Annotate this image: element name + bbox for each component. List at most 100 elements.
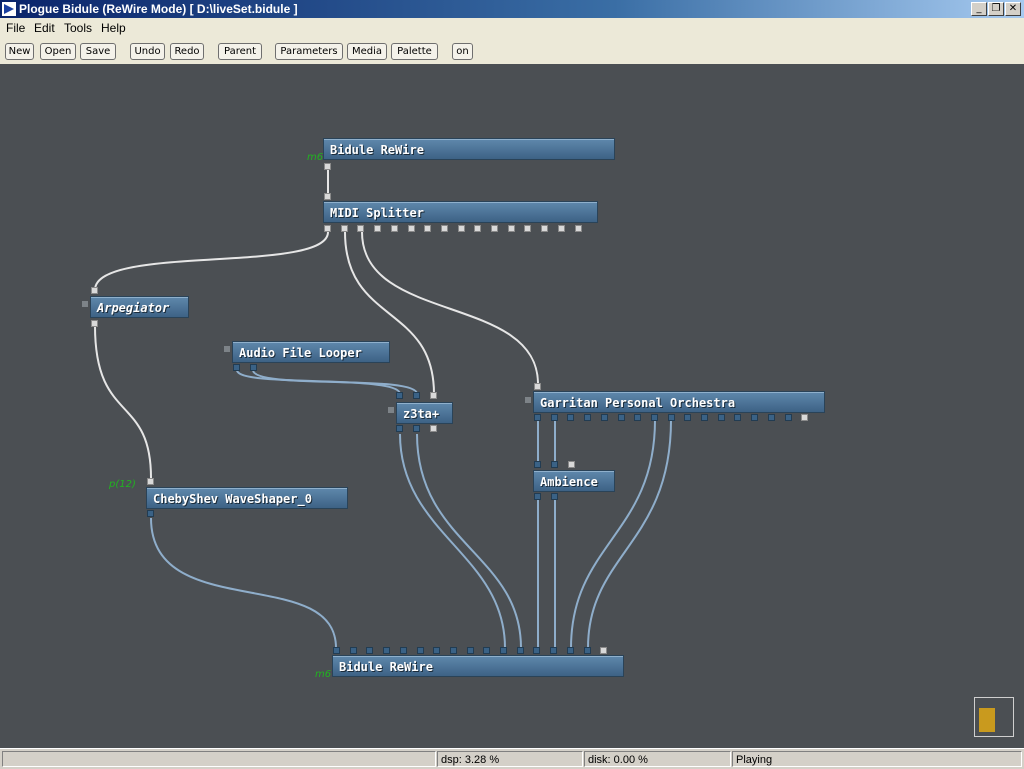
close-button[interactable]: ✕ bbox=[1005, 2, 1021, 16]
audio-out-pin[interactable] bbox=[634, 414, 642, 421]
audio-in-pin[interactable] bbox=[500, 647, 507, 654]
menu-file[interactable]: File bbox=[6, 21, 25, 35]
midi-out-pin[interactable] bbox=[424, 225, 432, 232]
midi-in-pin[interactable] bbox=[324, 193, 331, 200]
midi-out-pin[interactable] bbox=[407, 225, 415, 232]
audio-out-pin[interactable] bbox=[250, 364, 257, 371]
midi-out-pin[interactable] bbox=[557, 225, 565, 232]
node-param-icon bbox=[82, 301, 88, 307]
new-button[interactable]: New bbox=[5, 43, 34, 60]
node-ambience[interactable]: Ambience bbox=[533, 470, 615, 492]
audio-in-pin[interactable] bbox=[600, 647, 608, 654]
midi-out-pin[interactable] bbox=[541, 225, 549, 232]
midi-out-pin[interactable] bbox=[357, 225, 365, 232]
audio-out-pin[interactable] bbox=[784, 414, 792, 421]
audio-out-pin[interactable] bbox=[584, 414, 592, 421]
on-button[interactable]: on bbox=[452, 43, 473, 60]
midi-in-pin[interactable] bbox=[568, 461, 575, 468]
audio-out-pin[interactable] bbox=[413, 425, 420, 432]
audio-out-pin[interactable] bbox=[600, 414, 608, 421]
audio-in-pin[interactable] bbox=[399, 647, 407, 654]
audio-out-pin[interactable] bbox=[550, 414, 558, 421]
audio-in-pin[interactable] bbox=[366, 647, 374, 654]
audio-out-pin[interactable] bbox=[617, 414, 625, 421]
midi-out-pin[interactable] bbox=[474, 225, 482, 232]
audio-out-pin[interactable] bbox=[701, 414, 708, 421]
midi-out-pin[interactable] bbox=[491, 225, 498, 232]
node-garritan[interactable]: Garritan Personal Orchestra bbox=[533, 391, 825, 413]
redo-button[interactable]: Redo bbox=[170, 43, 204, 60]
audio-out-pin[interactable] bbox=[684, 414, 692, 421]
node-z3ta[interactable]: z3ta+ bbox=[396, 402, 453, 424]
midi-out-pin[interactable] bbox=[440, 225, 448, 232]
midi-out-pin[interactable] bbox=[374, 225, 382, 232]
audio-in-pin[interactable] bbox=[413, 392, 420, 399]
midi-out-pin[interactable] bbox=[524, 225, 532, 232]
minimize-button[interactable]: _ bbox=[971, 2, 987, 16]
audio-in-pin[interactable] bbox=[533, 647, 541, 654]
parent-button[interactable]: Parent bbox=[218, 43, 262, 60]
audio-out-pin[interactable] bbox=[751, 414, 759, 421]
midi-out-pin[interactable] bbox=[430, 425, 437, 432]
midi-in-pin[interactable] bbox=[534, 383, 541, 390]
audio-out-pin[interactable] bbox=[567, 414, 575, 421]
audio-in-pin[interactable] bbox=[534, 461, 541, 468]
audio-in-pin[interactable] bbox=[416, 647, 424, 654]
audio-out-pin[interactable] bbox=[396, 425, 403, 432]
menu-edit[interactable]: Edit bbox=[34, 21, 55, 35]
audio-in-pin[interactable] bbox=[396, 392, 403, 399]
open-button[interactable]: Open bbox=[40, 43, 76, 60]
audio-in-pin[interactable] bbox=[483, 647, 491, 654]
audio-in-pin[interactable] bbox=[383, 647, 391, 654]
audio-out-pin[interactable] bbox=[801, 414, 809, 421]
audio-out-pin[interactable] bbox=[147, 510, 154, 517]
midi-out-pin[interactable] bbox=[340, 225, 348, 232]
menu-help[interactable]: Help bbox=[101, 21, 126, 35]
audio-in-pin[interactable] bbox=[433, 647, 441, 654]
midi-in-pin[interactable] bbox=[430, 392, 437, 399]
cpu-meter-fill bbox=[979, 708, 995, 732]
audio-in-pin[interactable] bbox=[566, 647, 574, 654]
audio-in-pin[interactable] bbox=[516, 647, 524, 654]
node-midi-splitter[interactable]: MIDI Splitter bbox=[323, 201, 598, 223]
audio-out-pin[interactable] bbox=[734, 414, 742, 421]
audio-in-pin[interactable] bbox=[449, 647, 457, 654]
audio-out-pin[interactable] bbox=[233, 364, 240, 371]
midi-out-pin[interactable] bbox=[574, 225, 582, 232]
midi-in-pin[interactable] bbox=[91, 287, 98, 294]
audio-in-pin[interactable] bbox=[550, 647, 558, 654]
node-chebyshev[interactable]: ChebyShev WaveShaper_0 bbox=[146, 487, 348, 509]
audio-out-pin[interactable] bbox=[551, 493, 558, 500]
audio-out-pin[interactable] bbox=[534, 493, 541, 500]
audio-in-pin[interactable] bbox=[466, 647, 474, 654]
menu-tools[interactable]: Tools bbox=[64, 21, 92, 35]
audio-out-pin[interactable] bbox=[667, 414, 675, 421]
node-audio-file-looper[interactable]: Audio File Looper bbox=[232, 341, 390, 363]
audio-in-pin[interactable] bbox=[333, 647, 340, 654]
audio-in-pin[interactable] bbox=[349, 647, 357, 654]
midi-out-pin[interactable] bbox=[390, 225, 398, 232]
audio-out-pin[interactable] bbox=[717, 414, 725, 421]
audio-in-pin[interactable] bbox=[551, 461, 558, 468]
midi-out-pin[interactable] bbox=[507, 225, 515, 232]
midi-out-pin[interactable] bbox=[91, 320, 98, 327]
audio-out-pin[interactable] bbox=[534, 414, 541, 421]
palette-button[interactable]: Palette bbox=[391, 43, 438, 60]
patch-canvas[interactable]: m6 Bidule ReWire MIDI Splitter Arpegiato… bbox=[0, 64, 1024, 748]
audio-out-pin[interactable] bbox=[650, 414, 658, 421]
audio-out-pin[interactable] bbox=[767, 414, 775, 421]
midi-out-pin[interactable] bbox=[457, 225, 465, 232]
node-rewire-out[interactable]: Bidule ReWire bbox=[332, 655, 624, 677]
media-button[interactable]: Media bbox=[347, 43, 387, 60]
node-arpegiator[interactable]: Arpegiator bbox=[90, 296, 189, 318]
parameters-button[interactable]: Parameters bbox=[275, 43, 343, 60]
restore-button[interactable]: ❐ bbox=[988, 2, 1004, 16]
node-label: Bidule ReWire bbox=[339, 660, 433, 674]
undo-button[interactable]: Undo bbox=[130, 43, 165, 60]
midi-out-pin[interactable] bbox=[324, 163, 331, 170]
midi-in-pin[interactable] bbox=[147, 478, 154, 485]
save-button[interactable]: Save bbox=[80, 43, 116, 60]
midi-out-pin[interactable] bbox=[324, 225, 331, 232]
audio-in-pin[interactable] bbox=[583, 647, 591, 654]
node-rewire-in[interactable]: Bidule ReWire bbox=[323, 138, 615, 160]
